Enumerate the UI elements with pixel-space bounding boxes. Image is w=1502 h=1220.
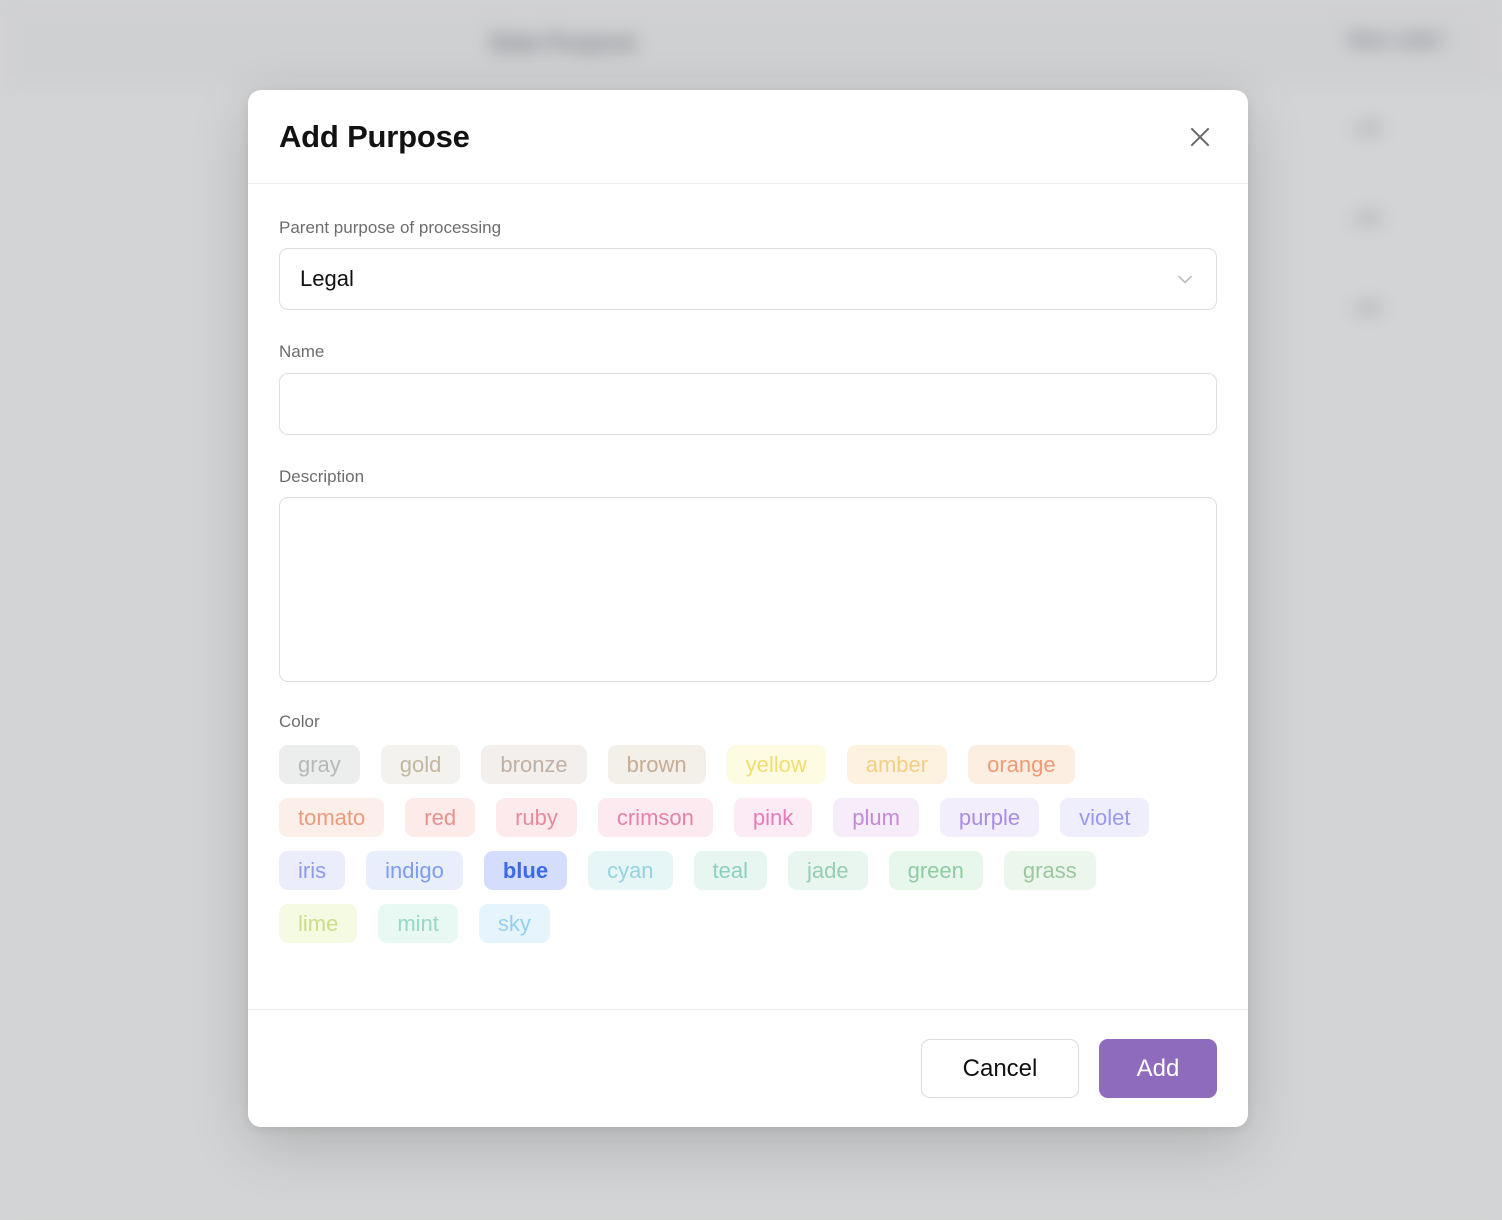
color-chip-jade[interactable]: jade xyxy=(788,850,868,890)
color-chip-lime[interactable]: lime xyxy=(279,903,358,943)
parent-purpose-label: Parent purpose of processing xyxy=(279,218,502,237)
parent-purpose-select[interactable]: Legal xyxy=(279,248,1217,311)
background-new-label-button: New Label xyxy=(1348,30,1442,51)
color-chip-green[interactable]: green xyxy=(888,850,983,890)
color-chip-ruby[interactable]: ruby xyxy=(496,797,577,837)
color-chip-sky[interactable]: sky xyxy=(478,903,550,943)
description-textarea[interactable] xyxy=(279,497,1217,683)
color-chip-teal[interactable]: teal xyxy=(693,850,768,890)
name-label: Name xyxy=(279,342,325,362)
color-chip-amber[interactable]: amber xyxy=(846,744,948,784)
color-chip-grass[interactable]: grass xyxy=(1003,850,1096,890)
color-chip-purple[interactable]: purple xyxy=(939,797,1040,837)
color-chip-blue[interactable]: blue xyxy=(483,850,568,890)
background-page-title: Data Purpose xyxy=(490,30,638,55)
close-button[interactable] xyxy=(1180,117,1220,157)
color-chip-violet[interactable]: violet xyxy=(1060,797,1150,837)
color-chip-orange[interactable]: orange xyxy=(968,744,1075,784)
dialog-header: Add Purpose xyxy=(248,90,1248,184)
chevron-down-icon xyxy=(1174,268,1196,290)
color-chip-gold[interactable]: gold xyxy=(380,744,461,784)
color-swatch-list: gray gold bronze brown yellow amber orange toma… xyxy=(279,744,1179,943)
color-chip-yellow[interactable]: yellow xyxy=(726,744,826,784)
background-row-cell: edit xyxy=(1353,300,1382,317)
close-icon xyxy=(1186,123,1214,151)
description-label: Description xyxy=(279,466,365,486)
color-chip-red[interactable]: red xyxy=(405,797,476,837)
add-button[interactable]: Add xyxy=(1099,1039,1217,1098)
cancel-button[interactable]: Cancel xyxy=(921,1039,1079,1098)
color-chip-bronze[interactable]: bronze xyxy=(481,744,587,784)
background-topbar: Data Purpose New Label xyxy=(0,0,1502,88)
background-row-cell: edit xyxy=(1353,120,1382,137)
dialog-title: Add Purpose xyxy=(279,118,470,154)
color-chip-gray[interactable]: gray xyxy=(279,744,360,784)
color-chip-crimson[interactable]: crimson xyxy=(597,797,713,837)
color-chip-cyan[interactable]: cyan xyxy=(588,850,673,890)
color-chip-iris[interactable]: iris xyxy=(279,850,346,890)
color-chip-pink[interactable]: pink xyxy=(733,797,813,837)
background-row-cell: edit xyxy=(1353,210,1382,227)
color-chip-brown[interactable]: brown xyxy=(607,744,706,784)
dialog-body: Parent purpose of processing Legal Name … xyxy=(248,184,1248,1009)
color-chip-indigo[interactable]: indigo xyxy=(366,850,463,890)
dialog-footer: Cancel Add xyxy=(248,1009,1248,1127)
color-label: Color xyxy=(279,712,320,732)
add-purpose-dialog: Add Purpose Parent purpose of processing… xyxy=(248,90,1248,1127)
color-chip-mint[interactable]: mint xyxy=(378,903,458,943)
name-input[interactable] xyxy=(279,372,1217,435)
parent-purpose-field: Legal xyxy=(279,248,1217,311)
color-chip-tomato[interactable]: tomato xyxy=(279,797,385,837)
color-chip-plum[interactable]: plum xyxy=(833,797,919,837)
parent-purpose-value: Legal xyxy=(300,266,354,292)
